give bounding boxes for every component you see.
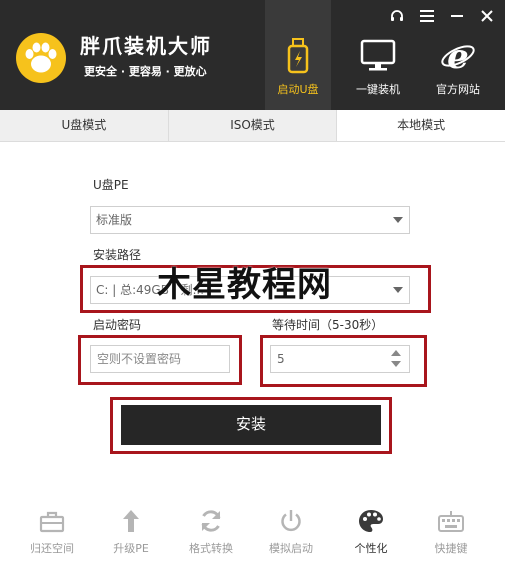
power-icon xyxy=(259,509,323,535)
tool-format-convert[interactable]: 格式转换 xyxy=(179,505,243,565)
tool-reclaim-space[interactable]: 归还空间 xyxy=(20,505,84,565)
tool-simulate-boot[interactable]: 模拟启动 xyxy=(259,505,323,565)
tool-personalize[interactable]: 个性化 xyxy=(339,505,403,565)
app-slogan: 更安全 · 更容易 · 更放心 xyxy=(84,65,207,78)
nav-label: 一键装机 xyxy=(356,83,400,96)
pe-select[interactable]: 标准版 xyxy=(90,206,410,234)
watermark-text: 木星教程网 xyxy=(157,265,332,305)
mode-tabs: U盘模式 ISO模式 本地模式 xyxy=(0,110,505,142)
usb-drive-icon xyxy=(265,38,331,74)
tool-shortcut-keys[interactable]: 快捷键 xyxy=(419,505,483,565)
title-bar: 胖爪装机大师 更安全 · 更容易 · 更放心 启动U盘 一键装机 e 官方网站 xyxy=(0,0,505,110)
ie-browser-icon: e xyxy=(425,38,491,74)
palette-icon xyxy=(339,509,403,535)
app-title: 胖爪装机大师 xyxy=(80,34,212,58)
nav-startup-usb[interactable]: 启动U盘 xyxy=(265,0,331,110)
upgrade-arrow-icon xyxy=(99,509,163,535)
chevron-down-icon xyxy=(393,217,403,223)
highlight-box xyxy=(78,335,242,385)
tab-iso-mode[interactable]: ISO模式 xyxy=(169,110,338,141)
password-label: 启动密码 xyxy=(93,318,142,332)
bottom-toolbar: 归还空间 升级PE 格式转换 模拟启动 个性化 快捷键 xyxy=(0,505,505,565)
keyboard-icon xyxy=(419,509,483,535)
tab-usb-mode[interactable]: U盘模式 xyxy=(0,110,169,141)
tool-label: 模拟启动 xyxy=(269,542,313,555)
svg-text:e: e xyxy=(447,38,469,74)
tool-upgrade-pe[interactable]: 升级PE xyxy=(99,505,163,565)
refresh-icon xyxy=(179,509,243,535)
tool-label: 升级PE xyxy=(113,542,149,555)
tab-local-mode[interactable]: 本地模式 xyxy=(337,110,505,141)
monitor-icon xyxy=(345,38,411,74)
tool-label: 个性化 xyxy=(354,542,388,555)
nav-one-click-install[interactable]: 一键装机 xyxy=(345,0,411,110)
nav-label: 官方网站 xyxy=(436,83,480,96)
highlight-box xyxy=(260,335,427,387)
wait-time-label: 等待时间（5-30秒） xyxy=(272,318,384,332)
toolbox-icon xyxy=(20,509,84,535)
tool-label: 归还空间 xyxy=(30,542,74,555)
tool-label: 格式转换 xyxy=(189,542,233,555)
pe-select-value: 标准版 xyxy=(96,213,133,227)
nav-label: 启动U盘 xyxy=(277,83,319,96)
install-path-label: 安装路径 xyxy=(93,248,142,262)
nav-official-site[interactable]: e 官方网站 xyxy=(425,0,491,110)
tool-label: 快捷键 xyxy=(434,542,468,555)
paw-logo-icon xyxy=(16,33,66,83)
highlight-box xyxy=(110,397,392,454)
pe-label: U盘PE xyxy=(93,178,129,192)
